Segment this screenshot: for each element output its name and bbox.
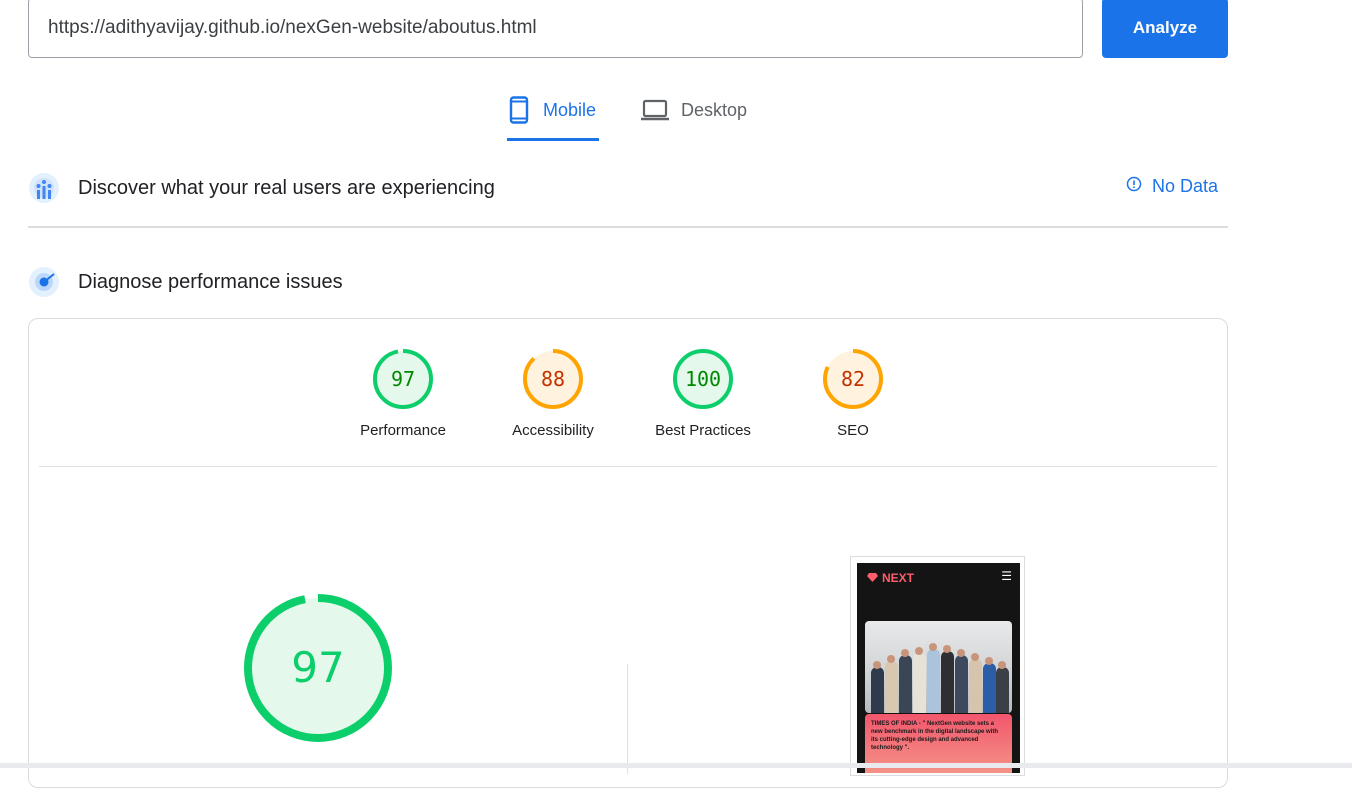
preview-logo: NEXT [867,571,914,585]
main-score: 97 [291,643,344,692]
tab-desktop-label: Desktop [681,100,748,120]
radar-icon [28,266,60,298]
users-chart-icon [28,172,60,204]
tab-mobile[interactable]: Mobile [507,94,599,141]
bottom-scroll-edge [0,763,1352,768]
section-divider [28,226,1228,228]
smartphone-icon [507,94,531,126]
gauge-ring: 97 [373,349,433,409]
laptop-icon [641,94,669,126]
gauge-label: Best Practices [655,422,751,439]
preview-logo-text: NEXT [882,571,915,585]
info-icon [1126,176,1142,197]
diamond-icon [867,571,878,585]
gauge-performance[interactable]: 97 Performance [328,348,478,439]
gauge-label: SEO [837,422,869,439]
gauge-seo[interactable]: 82 SEO [778,348,928,439]
analyze-button[interactable]: Analyze [1102,0,1228,58]
tab-desktop[interactable]: Desktop [641,94,753,142]
hamburger-menu-icon: ☰ [1001,569,1012,583]
no-data-link[interactable]: No Data [1126,176,1218,197]
gauge-ring: 100 [673,349,733,409]
url-input[interactable] [28,0,1083,58]
team-photo [865,621,1012,713]
gauge-ring: 82 [823,349,883,409]
gauge-score: 97 [391,367,415,391]
main-performance-gauge: 97 [242,592,394,744]
card-divider [39,466,1217,467]
gauge-score: 82 [841,367,865,391]
tab-mobile-label: Mobile [543,100,597,120]
lab-data-header: Diagnose performance issues [28,266,343,298]
gauge-best-practices[interactable]: 100 Best Practices [628,348,778,439]
gauge-score: 88 [541,367,565,391]
no-data-label: No Data [1152,176,1219,196]
field-data-title: Discover what your real users are experi… [78,176,495,199]
lab-data-title: Diagnose performance issues [78,270,343,293]
gauge-label: Performance [360,422,446,439]
gauge-ring: 88 [523,349,583,409]
preview-screen: NEXT ☰ TIMES OF INDIA - " NextGen websit… [857,563,1020,773]
vertical-divider [627,664,628,774]
gauge-accessibility[interactable]: 88 Accessibility [478,348,628,439]
gauge-label: Accessibility [512,422,594,439]
page-screenshot-preview: NEXT ☰ TIMES OF INDIA - " NextGen websit… [850,556,1025,776]
field-data-header: Discover what your real users are experi… [28,172,495,204]
gauge-score: 100 [685,367,721,391]
